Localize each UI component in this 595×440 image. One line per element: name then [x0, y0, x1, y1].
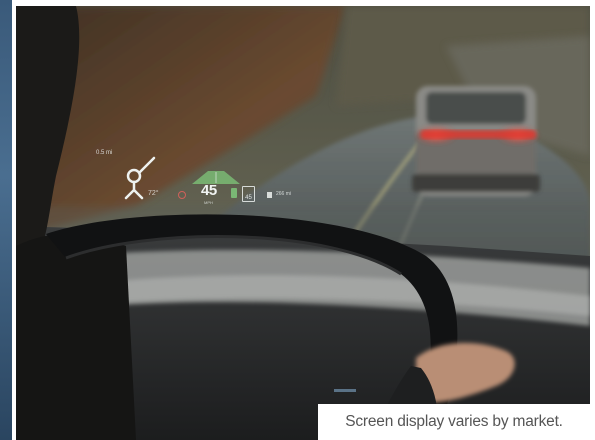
hud-range: 266 mi [276, 191, 292, 197]
turn-arrow-icon [124, 156, 156, 200]
fuel-icon [267, 192, 272, 198]
left-edge-strip [0, 0, 12, 440]
scene-illustration [16, 6, 590, 440]
warning-icon [178, 191, 186, 199]
hud-speed-limit: 45 [242, 186, 255, 202]
hud-temperature: 72° [148, 190, 159, 197]
hud-speed: 45 [201, 182, 217, 199]
market-disclaimer-caption: Screen display varies by market. [318, 404, 590, 440]
hud-speed-limit-value: 45 [245, 195, 252, 201]
hud-speed-unit: MPH [204, 200, 213, 205]
dashboard-photo: 0.5 mi 72° 45 MPH 45 266 mi [16, 6, 590, 440]
image-frame: 0.5 mi 72° 45 MPH 45 266 mi Screen displ… [0, 0, 595, 440]
battery-icon [231, 188, 237, 198]
head-up-display: 0.5 mi 72° 45 MPH 45 266 mi [96, 146, 316, 216]
